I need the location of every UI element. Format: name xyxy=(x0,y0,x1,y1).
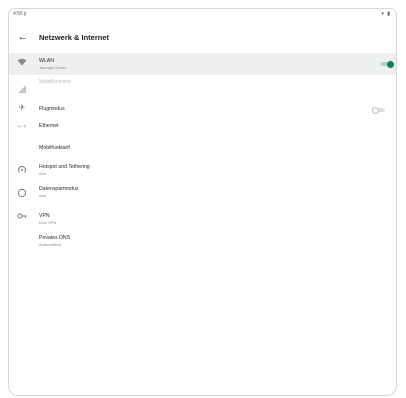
status-time: 4:55 xyxy=(13,11,23,17)
settings-item-mobile-network: Mobilfunknetz xyxy=(9,75,396,99)
hotspot-icon xyxy=(16,165,28,177)
settings-item-label: Ethernet xyxy=(39,123,59,129)
vpn-icon xyxy=(16,212,28,224)
settings-item-ethernet[interactable]: ‹··› Ethernet xyxy=(9,119,396,139)
settings-item-sublabel: Aus xyxy=(39,193,46,198)
data-saver-icon xyxy=(16,188,28,200)
settings-item-airplane-mode[interactable]: ✈ Flugmodus xyxy=(9,99,396,119)
settings-item-hotspot[interactable]: Hotspot und Tethering Aus xyxy=(9,159,396,183)
settings-item-label: Datensparmodus xyxy=(39,186,79,192)
settings-item-sublabel: Automatisch xyxy=(39,242,62,247)
settings-item-data-saver[interactable]: Datensparmodus Aus xyxy=(9,183,396,210)
settings-item-label: Mobilfunktarif xyxy=(39,145,70,151)
settings-item-vpn[interactable]: VPN Kein VPN xyxy=(9,210,396,232)
settings-list: WLAN Tsuragui Guest Mobilfunknetz ✈ Flug… xyxy=(9,53,396,254)
settings-item-label: Flugmodus xyxy=(39,106,65,112)
status-bar: 4:55 ⚷ ▾ ▮ xyxy=(9,9,396,21)
device-screen: 4:55 ⚷ ▾ ▮ ← Netzwerk & Internet WLAN Ts… xyxy=(8,8,397,396)
settings-item-label: WLAN xyxy=(39,58,54,64)
app-bar: ← Netzwerk & Internet xyxy=(9,27,396,49)
settings-item-label: Privates DNS xyxy=(39,235,71,241)
arrow-back-icon[interactable]: ← xyxy=(15,29,31,45)
wlan-toggle[interactable] xyxy=(381,60,394,68)
settings-item-sublabel: Aus xyxy=(39,171,46,176)
settings-item-label: Hotspot und Tethering xyxy=(39,164,90,170)
page-title: Netzwerk & Internet xyxy=(39,33,110,42)
settings-item-sublabel: Kein VPN xyxy=(39,220,57,225)
settings-item-label: Mobilfunknetz xyxy=(39,79,72,85)
settings-item-wlan[interactable]: WLAN Tsuragui Guest xyxy=(9,53,396,75)
signal-icon xyxy=(16,85,28,97)
settings-item-mobile-plan[interactable]: Mobilfunktarif xyxy=(9,139,396,159)
settings-item-label: VPN xyxy=(39,213,50,219)
vpn-key-icon: ⚷ xyxy=(23,10,27,17)
airplane-icon: ✈ xyxy=(18,103,26,112)
battery-wifi-icons: ▾ ▮ xyxy=(381,11,391,17)
settings-item-sublabel: Tsuragui Guest xyxy=(39,65,66,70)
ethernet-icon: ‹··› xyxy=(18,124,26,130)
settings-item-private-dns[interactable]: Privates DNS Automatisch xyxy=(9,232,396,254)
airplane-mode-toggle[interactable] xyxy=(372,106,385,114)
wifi-icon xyxy=(16,58,28,70)
